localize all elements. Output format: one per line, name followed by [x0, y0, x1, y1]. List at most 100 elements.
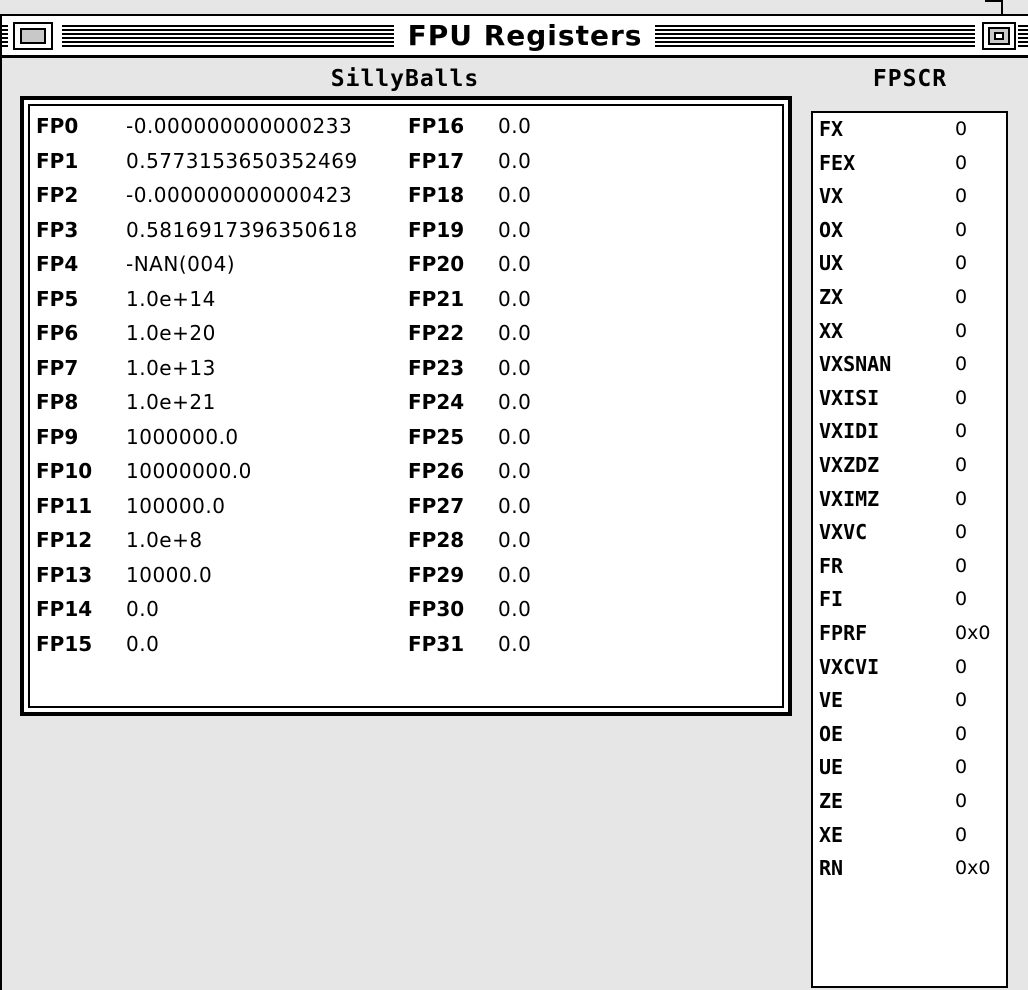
register-name: FP28 [408, 528, 465, 552]
register-value[interactable]: 0.0 [498, 559, 782, 591]
fpscr-field-name: FPRF [819, 621, 868, 645]
fpscr-field-value[interactable]: 0 [955, 785, 967, 817]
close-box-icon[interactable] [13, 22, 53, 50]
title-bar-stripes [1018, 25, 1028, 49]
fpscr-field-value[interactable]: 0 [955, 348, 967, 380]
register-value[interactable]: 0.0 [498, 214, 782, 246]
registers-section-title: SillyBalls [330, 66, 480, 92]
fpscr-field-value[interactable]: 0 [955, 483, 967, 515]
register-value[interactable]: 0.0 [498, 145, 782, 177]
fpscr-field-value[interactable]: 0 [955, 382, 967, 414]
fpscr-field-name: OX [819, 217, 844, 242]
fpscr-field-name: FR [819, 553, 844, 578]
window-title: FPU Registers [400, 18, 650, 54]
register-name: FP29 [408, 562, 465, 587]
fpscr-field-value[interactable]: 0x0 [955, 852, 990, 884]
fpscr-field-name: RN [819, 856, 844, 881]
window-edge-line [1001, 0, 1003, 14]
register-row-fp28[interactable]: FP28 0.0 [30, 524, 782, 556]
fpscr-field-value[interactable]: 0 [955, 718, 967, 750]
fpscr-field-value[interactable]: 0 [955, 180, 967, 212]
register-row-fp30[interactable]: FP30 0.0 [30, 593, 782, 625]
fpscr-field-name: VXSNAN [819, 352, 892, 377]
register-name: FP26 [408, 459, 465, 483]
fpscr-field-value[interactable]: 0 [955, 113, 967, 145]
register-value[interactable]: 0.0 [498, 248, 782, 280]
fpscr-field-value[interactable]: 0 [955, 315, 967, 347]
fpu-registers-window: FPU Registers SillyBalls FPSCR FP0 -0.000… [0, 0, 1028, 990]
register-value[interactable]: 0.0 [498, 110, 782, 142]
fpscr-panel: FX 0 FEX 0 VX 0 OX 0 UX 0 ZX 0 XX 0 VXSNAN 0 VXISI 0 VXIDI… [811, 111, 1008, 988]
register-value[interactable]: 0.0 [498, 524, 782, 556]
title-bar[interactable]: FPU Registers [0, 14, 1028, 58]
register-row-fp19[interactable]: FP19 0.0 [30, 214, 782, 246]
register-name: FP16 [408, 114, 465, 138]
register-row-fp21[interactable]: FP21 0.0 [30, 283, 782, 315]
register-value[interactable]: 0.0 [498, 352, 782, 384]
fpscr-field-name: VXCVI [819, 654, 880, 679]
fpscr-field-value[interactable]: 0 [955, 684, 967, 716]
fpscr-field-name: UX [819, 251, 844, 276]
fpscr-section-title: FPSCR [872, 66, 948, 92]
fpscr-field-value[interactable]: 0 [955, 449, 967, 481]
fpscr-field-value[interactable]: 0 [955, 751, 967, 783]
register-row-fp23[interactable]: FP23 0.0 [30, 352, 782, 384]
register-name: FP24 [408, 390, 465, 414]
register-name: FP30 [408, 597, 465, 621]
fpscr-field-name: XX [819, 318, 844, 343]
window-edge-line [985, 0, 1003, 2]
fpscr-field-name: VXVC [819, 520, 868, 545]
fpscr-field-value[interactable]: 0 [955, 214, 967, 246]
fpscr-field-value[interactable]: 0 [955, 516, 967, 548]
fpscr-field-value[interactable]: 0 [955, 550, 967, 582]
fpscr-field-value[interactable]: 0 [955, 281, 967, 313]
register-row-fp16[interactable]: FP16 0.0 [30, 110, 782, 142]
fpscr-field-name: XE [819, 822, 844, 847]
register-name: FP17 [408, 148, 465, 173]
register-name: FP20 [408, 252, 465, 276]
fpscr-field-value[interactable]: 0 [955, 819, 967, 851]
title-bar-stripes [655, 25, 975, 49]
fpscr-field-name: ZE [819, 789, 844, 813]
register-row-fp25[interactable]: FP25 0.0 [30, 421, 782, 453]
fpscr-field-name: FEX [819, 150, 856, 175]
title-bar-stripes [62, 25, 394, 49]
register-row-fp17[interactable]: FP17 0.0 [30, 145, 782, 177]
register-value[interactable]: 0.0 [498, 421, 782, 453]
fpscr-field-value[interactable]: 0x0 [955, 617, 990, 649]
fpscr-field-value[interactable]: 0 [955, 247, 967, 279]
register-name: FP19 [408, 217, 465, 242]
register-value[interactable]: 0.0 [498, 179, 782, 211]
register-row-fp29[interactable]: FP29 0.0 [30, 559, 782, 591]
register-row-fp31[interactable]: FP31 0.0 [30, 628, 782, 660]
fpscr-field-value[interactable]: 0 [955, 147, 967, 179]
fpscr-field-name: VXISI [819, 385, 880, 410]
register-row-fp27[interactable]: FP27 0.0 [30, 490, 782, 522]
register-value[interactable]: 0.0 [498, 283, 782, 315]
register-name: FP23 [408, 355, 465, 380]
register-value[interactable]: 0.0 [498, 490, 782, 522]
fpscr-field-name: VE [819, 688, 844, 713]
register-value[interactable]: 0.0 [498, 593, 782, 625]
register-row-fp24[interactable]: FP24 0.0 [30, 386, 782, 418]
register-row-fp20[interactable]: FP20 0.0 [30, 248, 782, 280]
fpscr-field-name: UE [819, 755, 844, 780]
register-value[interactable]: 0.0 [498, 317, 782, 349]
fpscr-field-value[interactable]: 0 [955, 583, 967, 615]
fpscr-field-name: VX [819, 184, 844, 209]
register-value[interactable]: 0.0 [498, 386, 782, 418]
register-row-fp18[interactable]: FP18 0.0 [30, 179, 782, 211]
fpscr-field-name: VXZDZ [819, 453, 880, 477]
fpscr-field-value[interactable]: 0 [955, 415, 967, 447]
register-row-fp26[interactable]: FP26 0.0 [30, 455, 782, 487]
zoom-box-icon[interactable] [982, 22, 1016, 50]
register-name: FP27 [408, 493, 465, 518]
register-row-fp22[interactable]: FP22 0.0 [30, 317, 782, 349]
register-value[interactable]: 0.0 [498, 628, 782, 660]
fpscr-field-value[interactable]: 0 [955, 651, 967, 683]
fp-registers-list: FP0 -0.000000000000233 FP1 0.57731536503524… [28, 104, 784, 708]
window-left-edge [0, 14, 2, 990]
register-value[interactable]: 0.0 [498, 455, 782, 487]
register-name: FP25 [408, 424, 465, 449]
register-name: FP31 [408, 631, 465, 656]
